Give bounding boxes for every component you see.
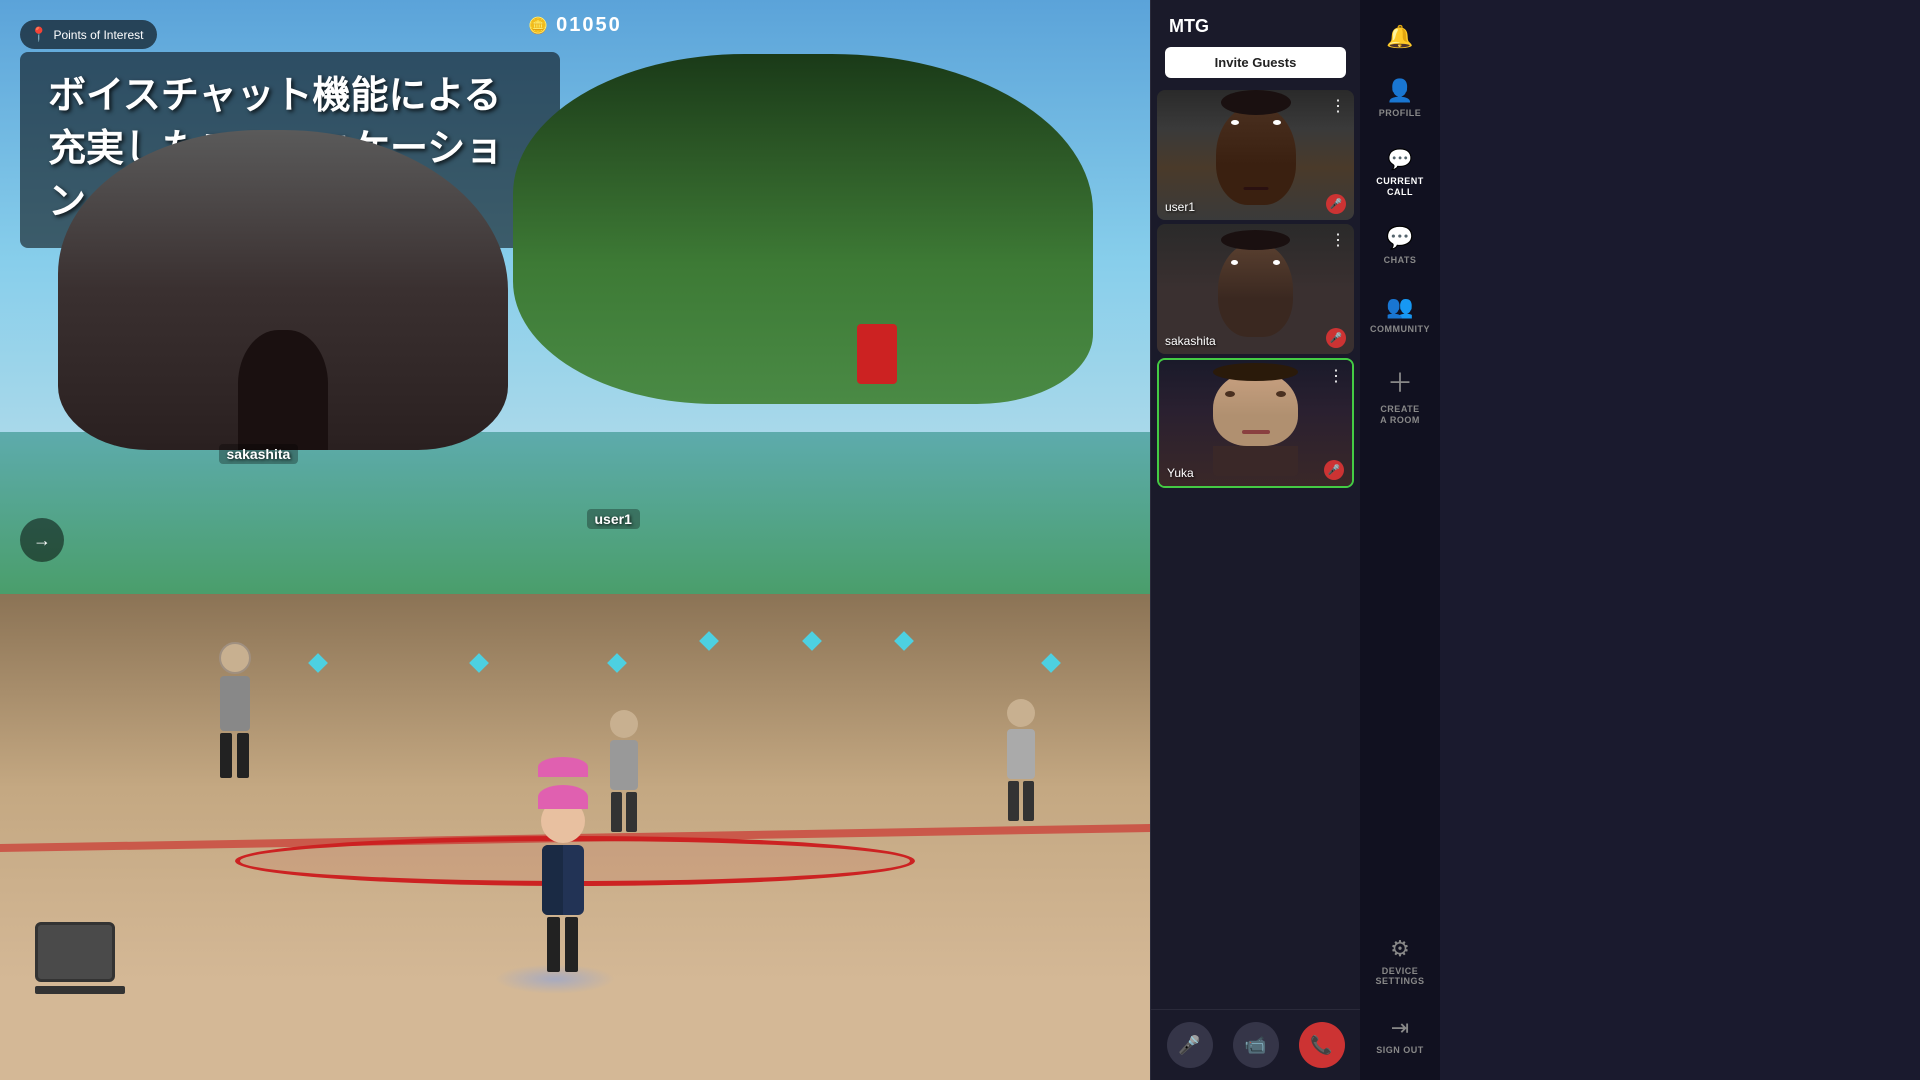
right-sidebar: 🔔 👤 PROFILE 💬 CURRENTCALL 💬 CHATS 👥 COMM… [1360,0,1440,1080]
sidebar-item-create-room[interactable]: ＋ CREATEA ROOM [1360,349,1440,440]
yuka-video-name: Yuka [1167,466,1194,480]
profile-label: PROFILE [1379,108,1422,119]
game-viewport: 📍 Points of Interest ボイスチャット機能による 充実したコミ… [0,0,1150,1080]
current-call-label: CURRENTCALL [1376,176,1424,198]
profile-icon: 👤 [1386,78,1413,104]
camera-icon: 📹 [1244,1035,1266,1056]
end-call-icon: 📞 [1310,1035,1332,1056]
location-text: Points of Interest [53,28,143,42]
user1-video-name: user1 [1165,200,1195,214]
nav-arrow-button[interactable]: → [20,518,64,562]
sign-out-label: SIGN OUT [1376,1045,1424,1056]
yuka-video-more-button[interactable]: ⋮ [1328,366,1344,386]
sidebar-item-profile[interactable]: 👤 PROFILE [1360,64,1440,133]
sidebar-item-sign-out[interactable]: ⇥ SIGN OUT [1360,1001,1440,1070]
chats-icon: 💬 [1386,225,1413,251]
video-feed-user1: user1 🎤 ⋮ [1157,90,1354,220]
sidebar-item-notifications[interactable]: 🔔 [1360,10,1440,64]
notification-icon: 🔔 [1386,24,1413,50]
device-settings-icon: ⚙ [1390,936,1410,962]
current-call-icon: 💬 [1388,147,1413,172]
sakashita-video-name: sakashita [1165,334,1216,348]
create-room-label: CREATEA ROOM [1380,404,1420,426]
video-panel-title: MTG [1151,0,1360,47]
user1-mic-off-icon: 🎤 [1326,194,1346,214]
create-room-icon: ＋ [1387,363,1413,400]
sign-out-icon: ⇥ [1391,1015,1409,1041]
video-feeds: user1 🎤 ⋮ sakashita 🎤 ⋮ [1151,90,1360,1009]
camera-toggle-button[interactable]: 📹 [1233,1022,1279,1068]
device-settings-label: DEVICESETTINGS [1375,966,1424,988]
community-icon: 👥 [1386,294,1413,320]
sakashita-mic-off-icon: 🎤 [1326,328,1346,348]
sidebar-item-chats[interactable]: 💬 CHATS [1360,211,1440,280]
community-label: COMMUNITY [1370,324,1430,335]
location-badge[interactable]: 📍 Points of Interest [20,20,157,49]
video-feed-sakashita: sakashita 🎤 ⋮ [1157,224,1354,354]
invite-guests-button[interactable]: Invite Guests [1165,47,1346,78]
sakashita-video-more-button[interactable]: ⋮ [1330,230,1346,250]
video-feed-yuka: Yuka 🎤 ⋮ [1157,358,1354,488]
sidebar-item-community[interactable]: 👥 COMMUNITY [1360,280,1440,349]
chats-label: CHATS [1384,255,1417,266]
end-call-button[interactable]: 📞 [1299,1022,1345,1068]
sidebar-item-device-settings[interactable]: ⚙ DEVICESETTINGS [1360,922,1440,1002]
yuka-mic-off-icon: 🎤 [1324,460,1344,480]
user1-video-more-button[interactable]: ⋮ [1330,96,1346,116]
location-pin-icon: 📍 [30,26,47,43]
mic-icon: 🎤 [1178,1035,1200,1056]
sidebar-item-current-call[interactable]: 💬 CURRENTCALL [1360,133,1440,212]
video-panel: MTG Invite Guests user1 🎤 ⋮ [1150,0,1360,1080]
video-panel-controls: 🎤 📹 📞 [1151,1009,1360,1080]
mic-toggle-button[interactable]: 🎤 [1167,1022,1213,1068]
